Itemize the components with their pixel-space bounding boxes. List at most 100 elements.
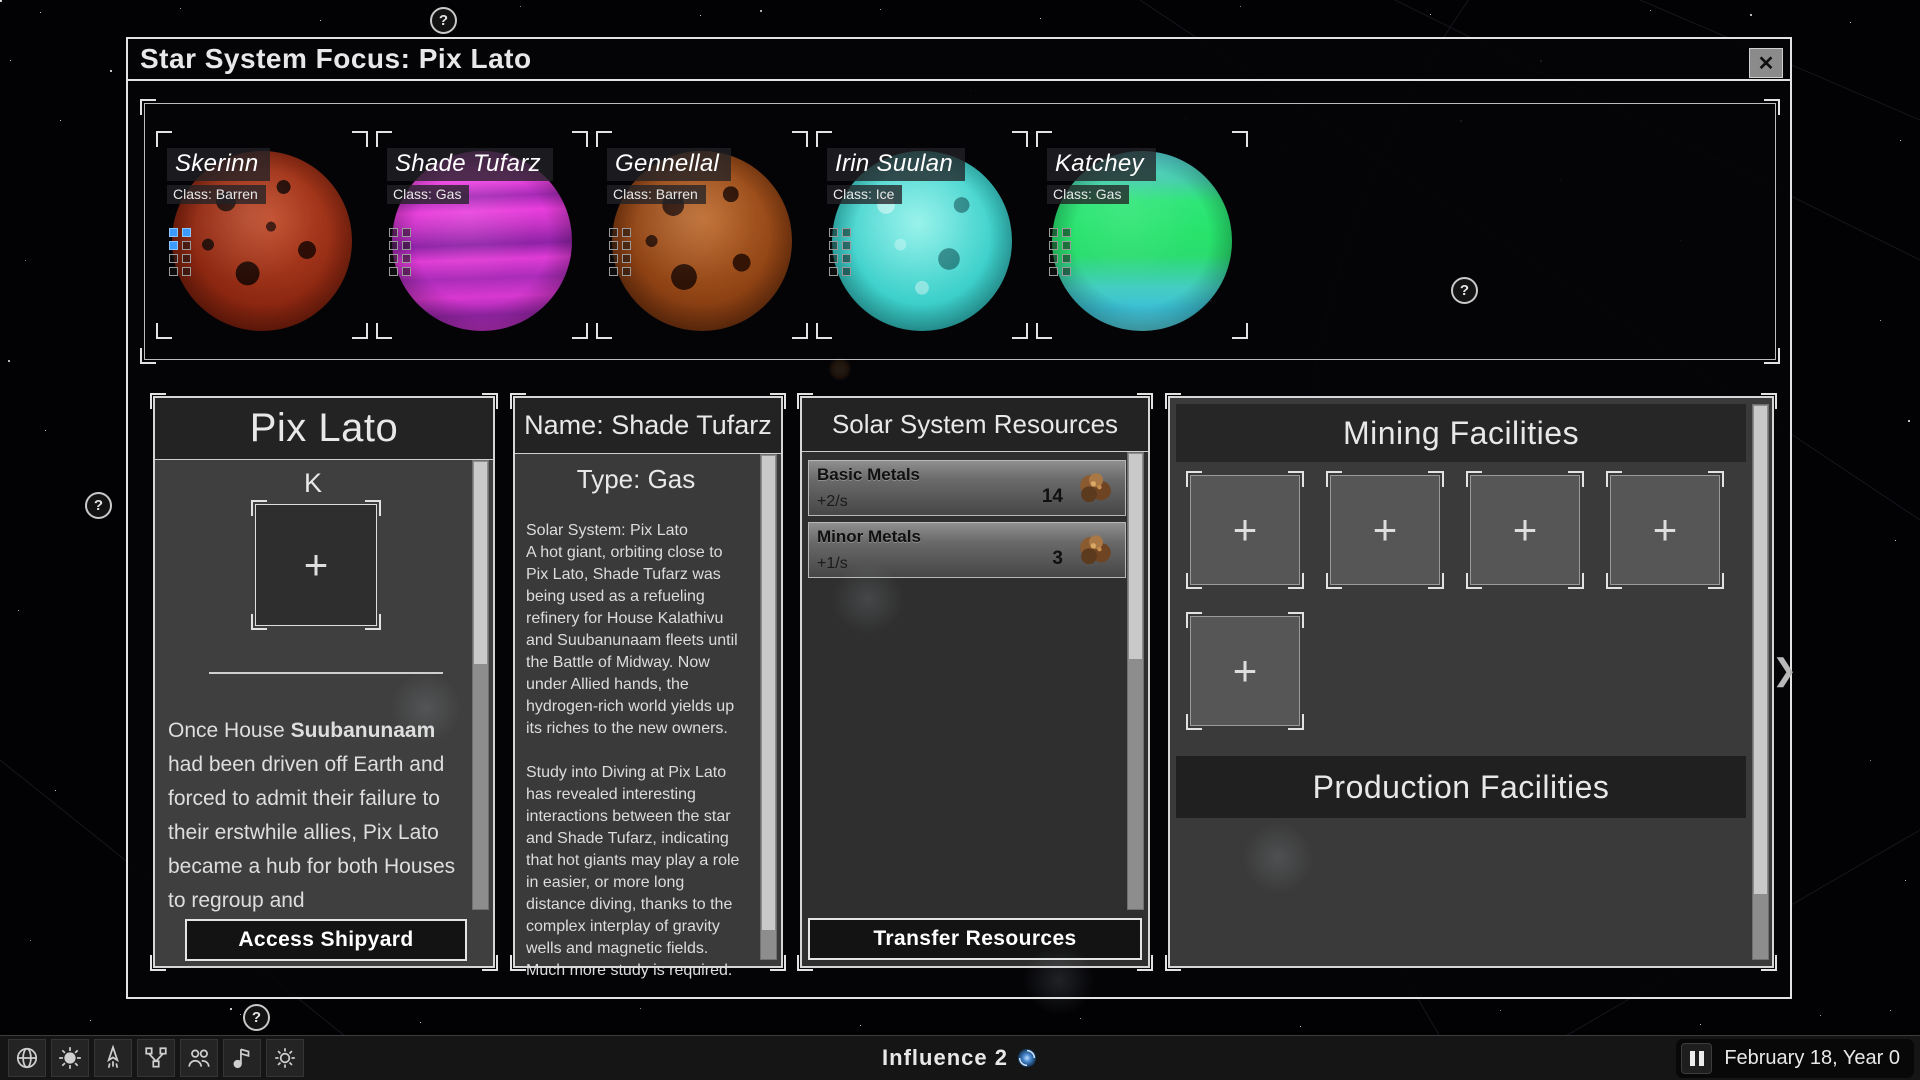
- access-shipyard-button[interactable]: Access Shipyard: [185, 919, 467, 961]
- bottom-bar-icons: [0, 1039, 304, 1077]
- facilities-scrollbar[interactable]: [1752, 404, 1769, 960]
- slot-indicators: [1049, 228, 1071, 276]
- planet-type-label: Type: Gas: [515, 464, 757, 495]
- planet-class-label: Class: Barren: [167, 185, 266, 204]
- planet-info-scrollbar[interactable]: [760, 454, 777, 960]
- resource-rate: +2/s: [817, 493, 848, 511]
- planet-card-shade-tufarz[interactable]: Shade Tufarz Class: Gas: [381, 136, 583, 334]
- help-button-bottom[interactable]: ?: [243, 1004, 270, 1031]
- scrollbar-thumb[interactable]: [474, 462, 487, 664]
- pause-button[interactable]: [1681, 1043, 1712, 1074]
- planet-name: Shade Tufarz: [387, 148, 553, 181]
- fleet-button[interactable]: [94, 1039, 132, 1077]
- date-display: February 18, Year 0: [1724, 1047, 1900, 1070]
- resources-title: Solar System Resources: [832, 409, 1118, 440]
- window-titlebar: Star System Focus: Pix Lato: [128, 39, 1790, 81]
- resource-row-basic-metals[interactable]: Basic Metals +2/s 14: [808, 460, 1126, 516]
- settings-button[interactable]: [266, 1039, 304, 1077]
- description-paragraph: Study into Diving at Pix Lato has reveal…: [526, 762, 748, 982]
- music-button[interactable]: [223, 1039, 261, 1077]
- production-facilities-header: Production Facilities: [1176, 756, 1746, 818]
- star-view-button[interactable]: [51, 1039, 89, 1077]
- planet-description: Solar System: Pix Lato A hot giant, orbi…: [526, 520, 748, 982]
- star-panel: Pix Lato K + Once House Suubanunaam had …: [153, 396, 495, 968]
- plus-icon: +: [1513, 509, 1538, 551]
- bottom-bar: Influence 2 February 18, Year 0: [0, 1035, 1920, 1080]
- star-class-label: K: [155, 468, 471, 499]
- scrollbar-thumb[interactable]: [1754, 406, 1767, 894]
- ore-icon: [1075, 530, 1117, 572]
- help-button-strip[interactable]: ?: [1451, 277, 1478, 304]
- resources-header: Solar System Resources: [802, 398, 1148, 452]
- transfer-resources-button[interactable]: Transfer Resources: [808, 918, 1142, 960]
- scrollbar-thumb[interactable]: [1129, 454, 1142, 659]
- planet-name-title: Name: Shade Tufarz: [524, 410, 772, 441]
- star-name: Pix Lato: [250, 406, 399, 451]
- resources-scrollbar[interactable]: [1127, 452, 1144, 910]
- planet-card-katchey[interactable]: Katchey Class: Gas: [1041, 136, 1243, 334]
- divider: [209, 672, 443, 674]
- planet-view-button[interactable]: [8, 1039, 46, 1077]
- scrollbar-thumb[interactable]: [762, 456, 775, 930]
- mining-slot-2[interactable]: +: [1330, 475, 1440, 585]
- planet-name: Skerinn: [167, 148, 270, 181]
- resource-name: Minor Metals: [817, 527, 921, 547]
- planet-class-label: Class: Barren: [607, 185, 706, 204]
- starfield-layer-2: [0, 0, 2, 2]
- close-button[interactable]: ✕: [1749, 48, 1783, 78]
- planet-name: Katchey: [1047, 148, 1156, 181]
- resource-amount: 3: [1052, 548, 1063, 570]
- star-description: Once House Suubanunaam had been driven o…: [168, 714, 466, 914]
- facilities-panel: Mining Facilities + + + + + Production F…: [1168, 396, 1774, 968]
- planet-card-irin-suulan[interactable]: Irin Suulan Class: Ice: [821, 136, 1023, 334]
- ore-icon: [1075, 468, 1117, 510]
- music-icon: [229, 1045, 255, 1071]
- plus-icon: +: [1373, 509, 1398, 551]
- help-button-left[interactable]: ?: [85, 492, 112, 519]
- star-building-slot[interactable]: +: [255, 504, 377, 626]
- influence-icon: [1016, 1047, 1038, 1069]
- slot-indicators: [169, 228, 191, 276]
- tech-tree-icon: [143, 1045, 169, 1071]
- slot-indicators: [829, 228, 851, 276]
- star-system-focus-window: Star System Focus: Pix Lato ✕ Skerinn Cl…: [126, 37, 1792, 999]
- mining-slot-5[interactable]: +: [1190, 616, 1300, 726]
- description-paragraph: A hot giant, orbiting close to Pix Lato,…: [526, 542, 748, 740]
- plus-icon: +: [1233, 509, 1258, 551]
- tech-tree-button[interactable]: [137, 1039, 175, 1077]
- plus-icon: +: [1233, 650, 1258, 692]
- planet-icon: [14, 1045, 40, 1071]
- gear-icon: [272, 1045, 298, 1071]
- sun-icon: [57, 1045, 83, 1071]
- resources-panel: Solar System Resources Basic Metals +2/s…: [800, 396, 1150, 968]
- expand-chevron[interactable]: ❯: [1772, 653, 1797, 688]
- resource-amount: 14: [1042, 486, 1063, 508]
- planet-class-label: Class: Gas: [1047, 185, 1129, 204]
- resource-rate: +1/s: [817, 555, 848, 573]
- star-panel-scrollbar[interactable]: [472, 460, 489, 910]
- window-title: Star System Focus: Pix Lato: [140, 43, 532, 75]
- resource-row-minor-metals[interactable]: Minor Metals +1/s 3: [808, 522, 1126, 578]
- planet-name: Gennellal: [607, 148, 731, 181]
- planet-info-panel: Name: Shade Tufarz Type: Gas Solar Syste…: [513, 396, 783, 968]
- plus-icon: +: [304, 544, 329, 586]
- resource-name: Basic Metals: [817, 465, 920, 485]
- mining-slot-4[interactable]: +: [1610, 475, 1720, 585]
- influence-label: Influence 2: [882, 1045, 1008, 1071]
- star-panel-header: Pix Lato: [155, 398, 493, 460]
- slot-indicators: [609, 228, 631, 276]
- mining-slot-3[interactable]: +: [1470, 475, 1580, 585]
- planet-name: Irin Suulan: [827, 148, 965, 181]
- planet-class-label: Class: Gas: [387, 185, 469, 204]
- planet-card-skerinn[interactable]: Skerinn Class: Barren: [161, 136, 363, 334]
- population-icon: [186, 1045, 212, 1071]
- system-label: Solar System: Pix Lato: [526, 520, 748, 542]
- planet-info-header: Name: Shade Tufarz: [515, 398, 781, 454]
- planet-class-label: Class: Ice: [827, 185, 902, 204]
- mining-slot-1[interactable]: +: [1190, 475, 1300, 585]
- mining-facilities-header: Mining Facilities: [1176, 404, 1746, 462]
- help-button-top[interactable]: ?: [430, 7, 457, 34]
- population-button[interactable]: [180, 1039, 218, 1077]
- slot-indicators: [389, 228, 411, 276]
- planet-card-gennellal[interactable]: Gennellal Class: Barren: [601, 136, 803, 334]
